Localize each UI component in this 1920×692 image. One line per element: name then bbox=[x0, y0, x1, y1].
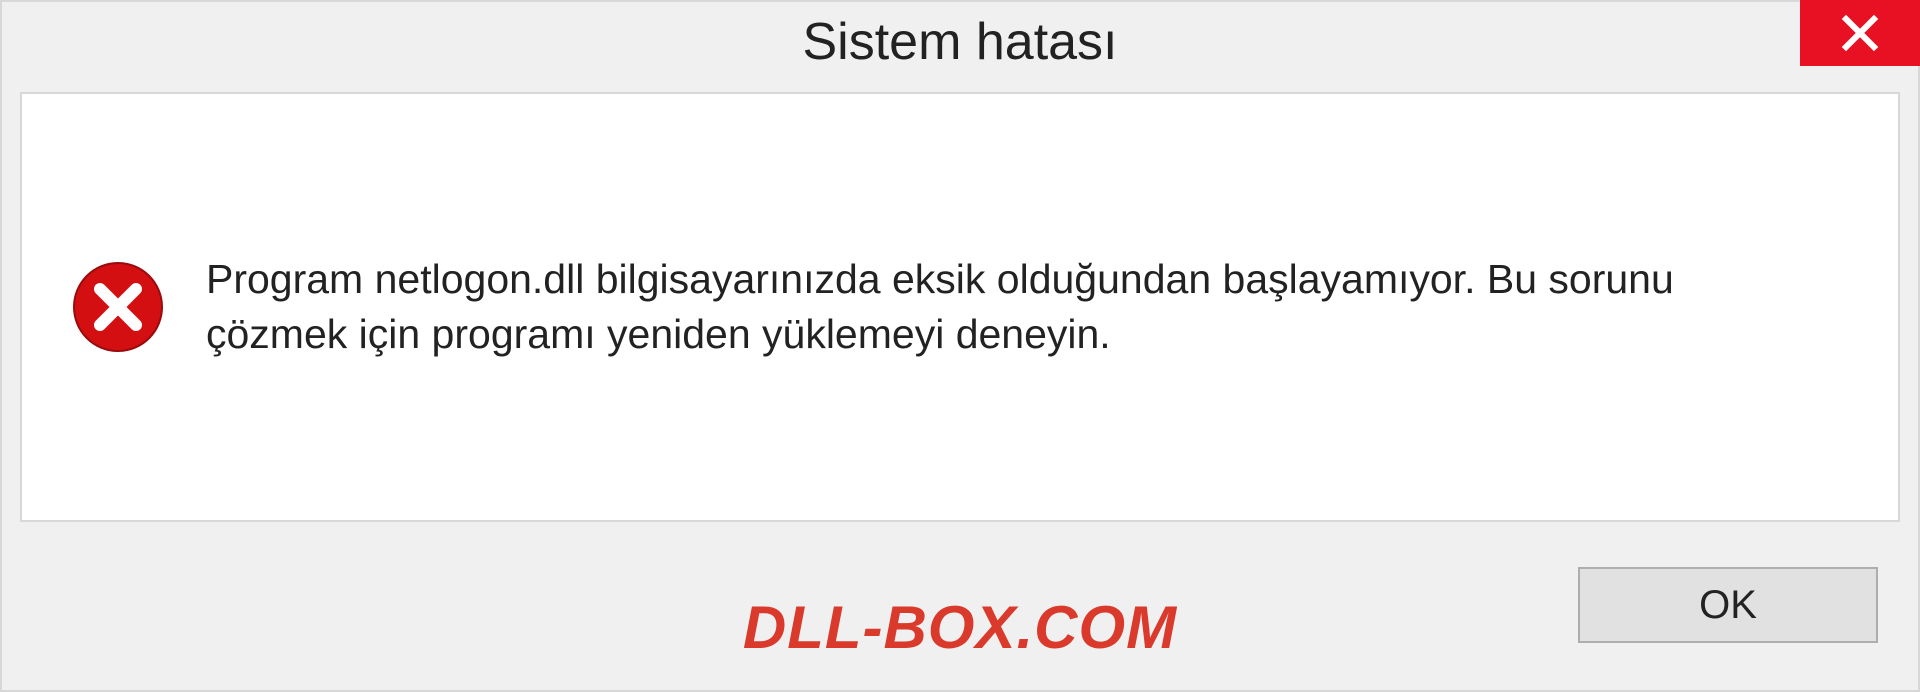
close-button[interactable] bbox=[1800, 0, 1920, 66]
dialog-title: Sistem hatası bbox=[802, 12, 1117, 72]
error-icon bbox=[72, 261, 164, 353]
ok-button[interactable]: OK bbox=[1578, 567, 1878, 643]
dialog-footer: DLL-BOX.COM OK bbox=[2, 540, 1918, 690]
close-icon bbox=[1840, 13, 1880, 53]
error-dialog: Sistem hatası Program netlogon.dll bilgi… bbox=[0, 0, 1920, 692]
content-panel: Program netlogon.dll bilgisayarınızda ek… bbox=[20, 92, 1900, 522]
watermark-text: DLL-BOX.COM bbox=[743, 593, 1177, 662]
titlebar: Sistem hatası bbox=[2, 2, 1918, 82]
error-message: Program netlogon.dll bilgisayarınızda ek… bbox=[206, 252, 1756, 363]
